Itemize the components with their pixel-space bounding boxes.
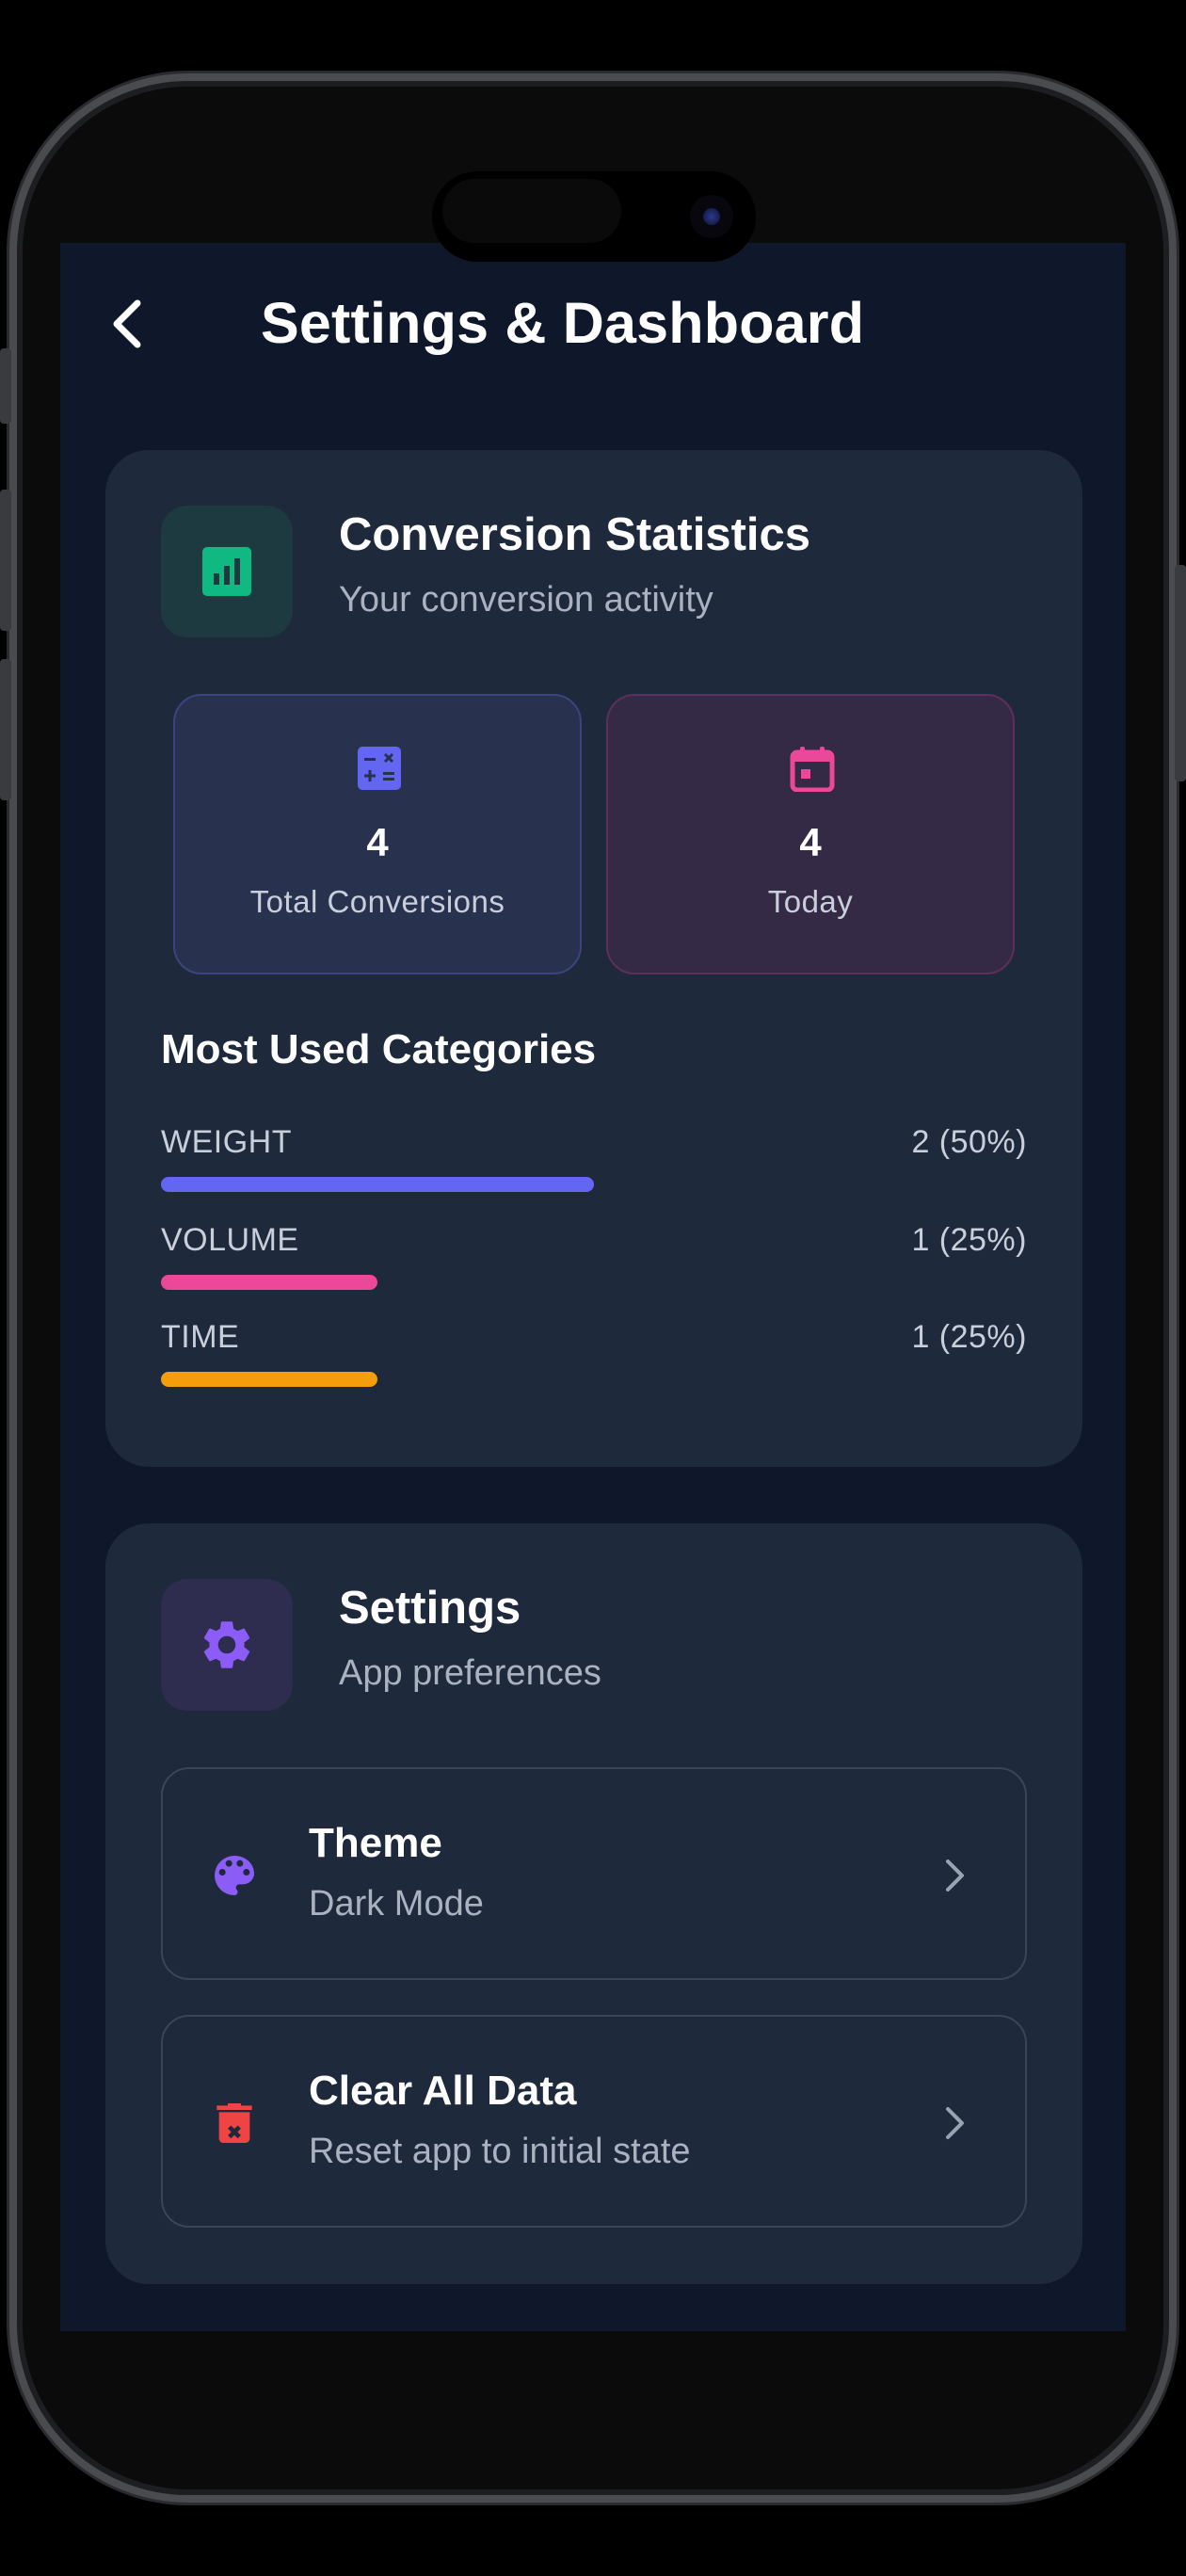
settings-card-title: Settings [339, 1583, 521, 1634]
category-row-volume: VOLUME 1 (25%) [161, 1222, 1027, 1316]
category-value: 2 (50%) [911, 1124, 1027, 1160]
trash-icon [216, 2103, 252, 2143]
clear-data-setting-description: Reset app to initial state [309, 2132, 691, 2171]
category-value: 1 (25%) [911, 1319, 1027, 1355]
chevron-right-icon [946, 2107, 964, 2139]
total-conversions-box: 4 Total Conversions [173, 694, 582, 974]
app-header: Settings & Dashboard [60, 243, 1126, 412]
settings-card-subtitle: App preferences [339, 1653, 601, 1693]
app-screen: Settings & Dashboard Conversion Statisti… [60, 243, 1126, 2331]
clear-data-setting-item[interactable]: Clear All Data Reset app to initial stat… [161, 2015, 1027, 2228]
settings-icon-tile [161, 1579, 293, 1711]
total-conversions-value: 4 [366, 820, 389, 864]
total-conversions-label: Total Conversions [249, 884, 505, 919]
gear-icon [203, 1621, 250, 1668]
stats-card-subtitle: Your conversion activity [339, 580, 713, 620]
bar-chart-icon [202, 547, 251, 596]
category-bar [161, 1275, 377, 1290]
today-value: 4 [799, 820, 822, 864]
category-name: WEIGHT [161, 1124, 292, 1160]
calendar-icon [790, 747, 835, 792]
category-name: VOLUME [161, 1222, 299, 1258]
category-row-time: TIME 1 (25%) [161, 1319, 1027, 1413]
side-button [1175, 565, 1186, 781]
category-bar [161, 1372, 377, 1387]
theme-setting-value: Dark Mode [309, 1884, 484, 1924]
back-arrow-icon[interactable] [96, 290, 164, 358]
theme-setting-item[interactable]: Theme Dark Mode [161, 1767, 1027, 1980]
side-button [0, 490, 11, 631]
theme-setting-title: Theme [309, 1820, 442, 1866]
most-used-categories-heading: Most Used Categories [161, 1026, 597, 1072]
palette-icon [215, 1856, 254, 1895]
clear-data-setting-title: Clear All Data [309, 2068, 577, 2114]
today-box: 4 Today [606, 694, 1015, 974]
category-value: 1 (25%) [911, 1222, 1027, 1258]
sensor-pill [442, 179, 621, 243]
conversion-stats-card: Conversion Statistics Your conversion ac… [105, 450, 1082, 1467]
page-title: Settings & Dashboard [261, 291, 865, 355]
category-bar [161, 1177, 594, 1192]
today-label: Today [767, 884, 854, 919]
category-name: TIME [161, 1319, 240, 1355]
stats-icon-tile [161, 506, 293, 637]
front-camera-icon [690, 195, 733, 238]
settings-card: Settings App preferences Theme Dark Mode… [105, 1523, 1082, 2284]
side-button [0, 659, 11, 800]
side-button [0, 348, 11, 424]
category-row-weight: WEIGHT 2 (50%) [161, 1124, 1027, 1218]
stats-card-title: Conversion Statistics [339, 509, 811, 560]
chevron-right-icon [946, 1860, 964, 1892]
calculator-icon [358, 747, 401, 790]
